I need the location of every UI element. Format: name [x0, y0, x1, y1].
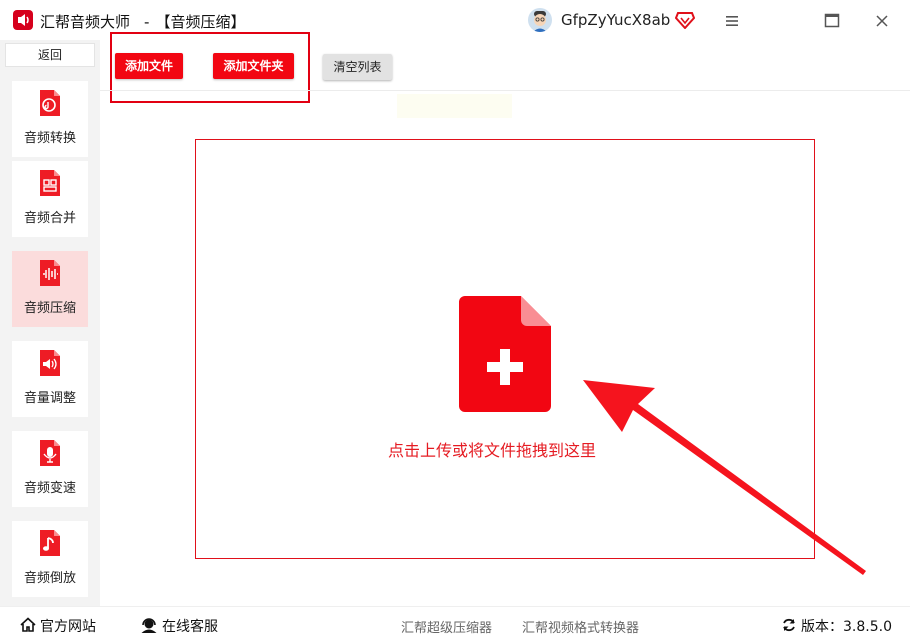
menu-icon[interactable] [719, 8, 745, 34]
upload-hint[interactable]: 点击上传或将文件拖拽到这里 [388, 437, 596, 461]
clear-list-button[interactable]: 清空列表 [323, 54, 392, 80]
close-icon[interactable] [869, 8, 895, 34]
video-converter-link[interactable]: 汇帮视频格式转换器 [522, 617, 639, 636]
version-label: 版本：3.8.5.0 [801, 619, 892, 635]
volume-icon [36, 349, 64, 377]
official-site-link[interactable]: 官方网站 [20, 616, 96, 637]
sidebar-item-label: 音频转换 [23, 131, 76, 146]
sidebar-item-audio-compress[interactable]: 音频压缩 [12, 251, 88, 327]
sidebar: 返回 音频转换 音频合并 音频压缩 音量调整 音频变速 音频倒放 [0, 40, 100, 606]
add-file-icon[interactable] [459, 296, 551, 412]
module-name: 【音频压缩】 [155, 13, 246, 31]
audio-merge-icon [36, 169, 64, 197]
compressor-link[interactable]: 汇帮超级压缩器 [401, 617, 492, 636]
microphone-icon [36, 439, 64, 467]
official-site-label: 官方网站 [40, 619, 96, 635]
version-info[interactable]: 版本：3.8.5.0 [781, 616, 892, 637]
refresh-icon [781, 617, 797, 637]
pointer-arrow [570, 370, 870, 580]
online-service-link[interactable]: 在线客服 [140, 616, 218, 637]
add-file-button[interactable]: 添加文件 [115, 53, 183, 79]
sidebar-item-volume[interactable]: 音量调整 [12, 341, 88, 417]
music-note-icon [36, 529, 64, 557]
sidebar-item-label: 音频合并 [23, 211, 76, 226]
toolbar-divider [100, 90, 910, 91]
username[interactable]: GfpZyYucX8ab [561, 11, 670, 29]
app-logo-icon [13, 10, 33, 30]
sidebar-item-audio-merge[interactable]: 音频合并 [12, 161, 88, 237]
sidebar-item-label: 音频变速 [23, 481, 76, 496]
back-button[interactable]: 返回 [5, 43, 95, 67]
home-icon [20, 617, 36, 637]
online-service-label: 在线客服 [162, 619, 218, 635]
maximize-icon[interactable] [819, 8, 845, 34]
audio-convert-icon [36, 89, 64, 117]
app-name: 汇帮音频大师 [40, 13, 131, 31]
sidebar-item-audio-speed[interactable]: 音频变速 [12, 431, 88, 507]
footer: 官方网站 在线客服 汇帮超级压缩器 汇帮视频格式转换器 版本：3.8.5.0 [0, 606, 910, 640]
headset-icon [140, 617, 158, 637]
faded-strip [397, 94, 512, 118]
add-folder-button[interactable]: 添加文件夹 [213, 53, 294, 79]
sidebar-item-label: 音量调整 [23, 391, 76, 406]
vip-diamond-icon[interactable] [674, 11, 696, 30]
sidebar-item-audio-reverse[interactable]: 音频倒放 [12, 521, 88, 597]
window-title: 汇帮音频大师 - 【音频压缩】 [40, 11, 245, 32]
avatar[interactable] [528, 8, 552, 32]
sidebar-item-label: 音频倒放 [23, 571, 76, 586]
audio-compress-icon [36, 259, 64, 287]
sidebar-item-label: 音频压缩 [23, 301, 76, 316]
sidebar-item-audio-convert[interactable]: 音频转换 [12, 81, 88, 157]
title-separator: - [144, 13, 150, 31]
